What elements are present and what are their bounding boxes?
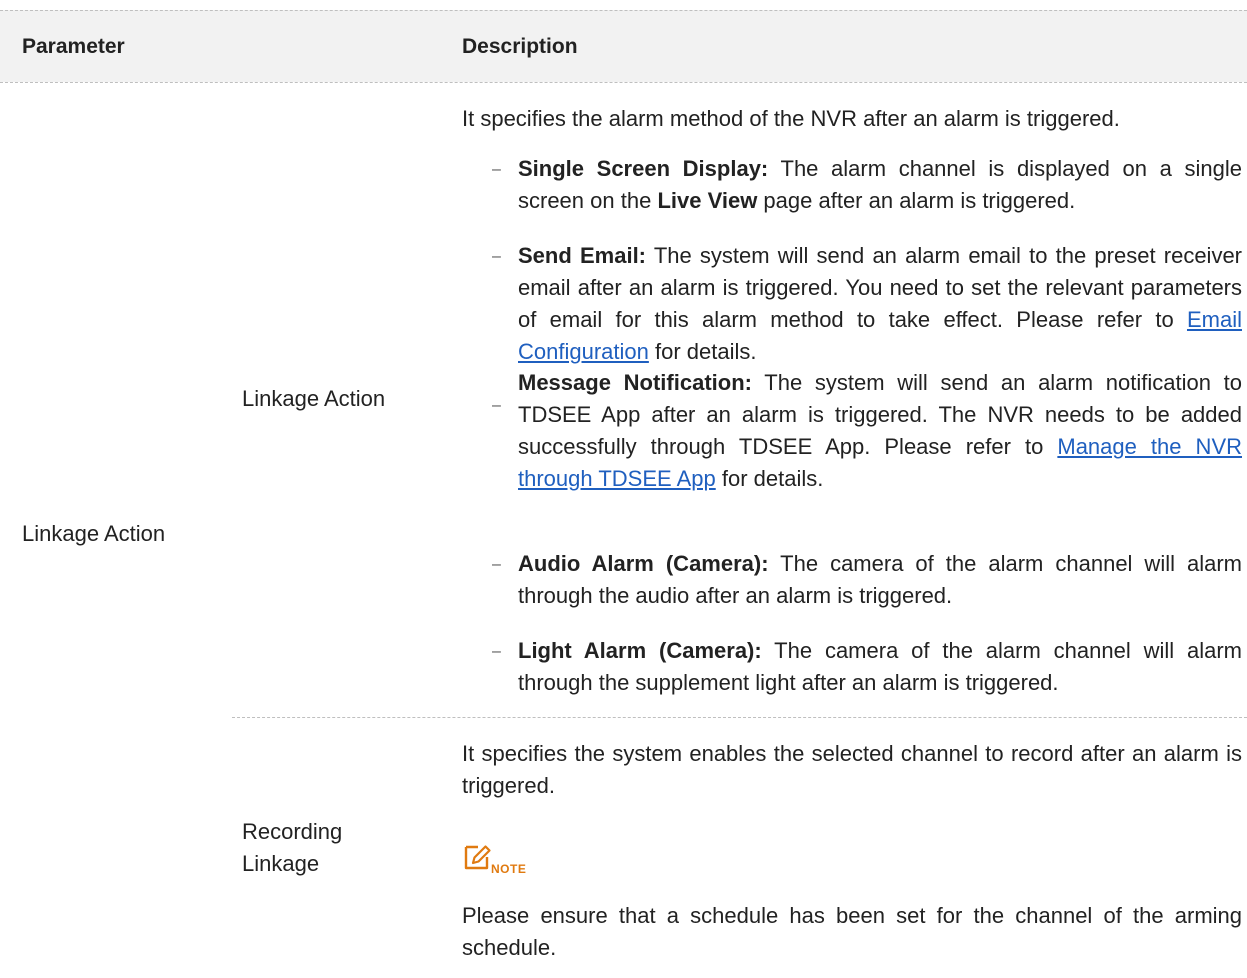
list-item-single-screen: Single Screen Display: The alarm channel… — [518, 153, 1242, 217]
column-header-parameter: Parameter — [22, 35, 125, 58]
list-item-send-email: Send Email: The system will send an alar… — [518, 240, 1242, 368]
list-bullet: – — [492, 643, 501, 660]
column-header-description: Description — [462, 35, 578, 58]
list-bullet: – — [492, 161, 501, 178]
note-label: NOTE — [491, 862, 527, 876]
item-title: Message Notification: — [518, 370, 752, 395]
item-text: for details. — [648, 339, 757, 364]
linkage-action-intro: It specifies the alarm method of the NVR… — [462, 106, 1120, 131]
subparameter-linkage-action: Linkage Action — [242, 386, 386, 411]
item-text: for details. — [715, 466, 824, 491]
note-text: Please ensure that a schedule has been s… — [462, 903, 1242, 960]
item-title: Light Alarm (Camera): — [518, 638, 762, 663]
item-title: Send Email: — [518, 243, 647, 268]
list-item-message-notification: Message Notification: The system will se… — [518, 367, 1242, 495]
recording-linkage-intro: It specifies the system enables the sele… — [462, 741, 1242, 798]
list-bullet: – — [492, 397, 501, 414]
item-title: Single Screen Display: — [518, 156, 769, 181]
item-text: page after an alarm is triggered. — [757, 188, 1076, 213]
live-view-term: Live View — [657, 188, 758, 213]
list-bullet: – — [492, 556, 501, 573]
table-header — [0, 10, 1247, 82]
subparameter-recording-linkage: Recording Linkage — [242, 819, 343, 876]
note-pencil-icon — [462, 842, 492, 877]
subrow-divider — [232, 717, 1247, 718]
list-bullet: – — [492, 248, 501, 265]
note-heading: NOTE — [462, 845, 526, 877]
list-item-light-alarm: Light Alarm (Camera): The camera of the … — [518, 635, 1242, 699]
header-rule — [0, 82, 1247, 83]
list-item-audio-alarm: Audio Alarm (Camera): The camera of the … — [518, 548, 1242, 612]
parameter-cell: Linkage Action — [22, 521, 166, 546]
item-title: Audio Alarm (Camera): — [518, 551, 769, 576]
top-rule — [0, 10, 1247, 11]
